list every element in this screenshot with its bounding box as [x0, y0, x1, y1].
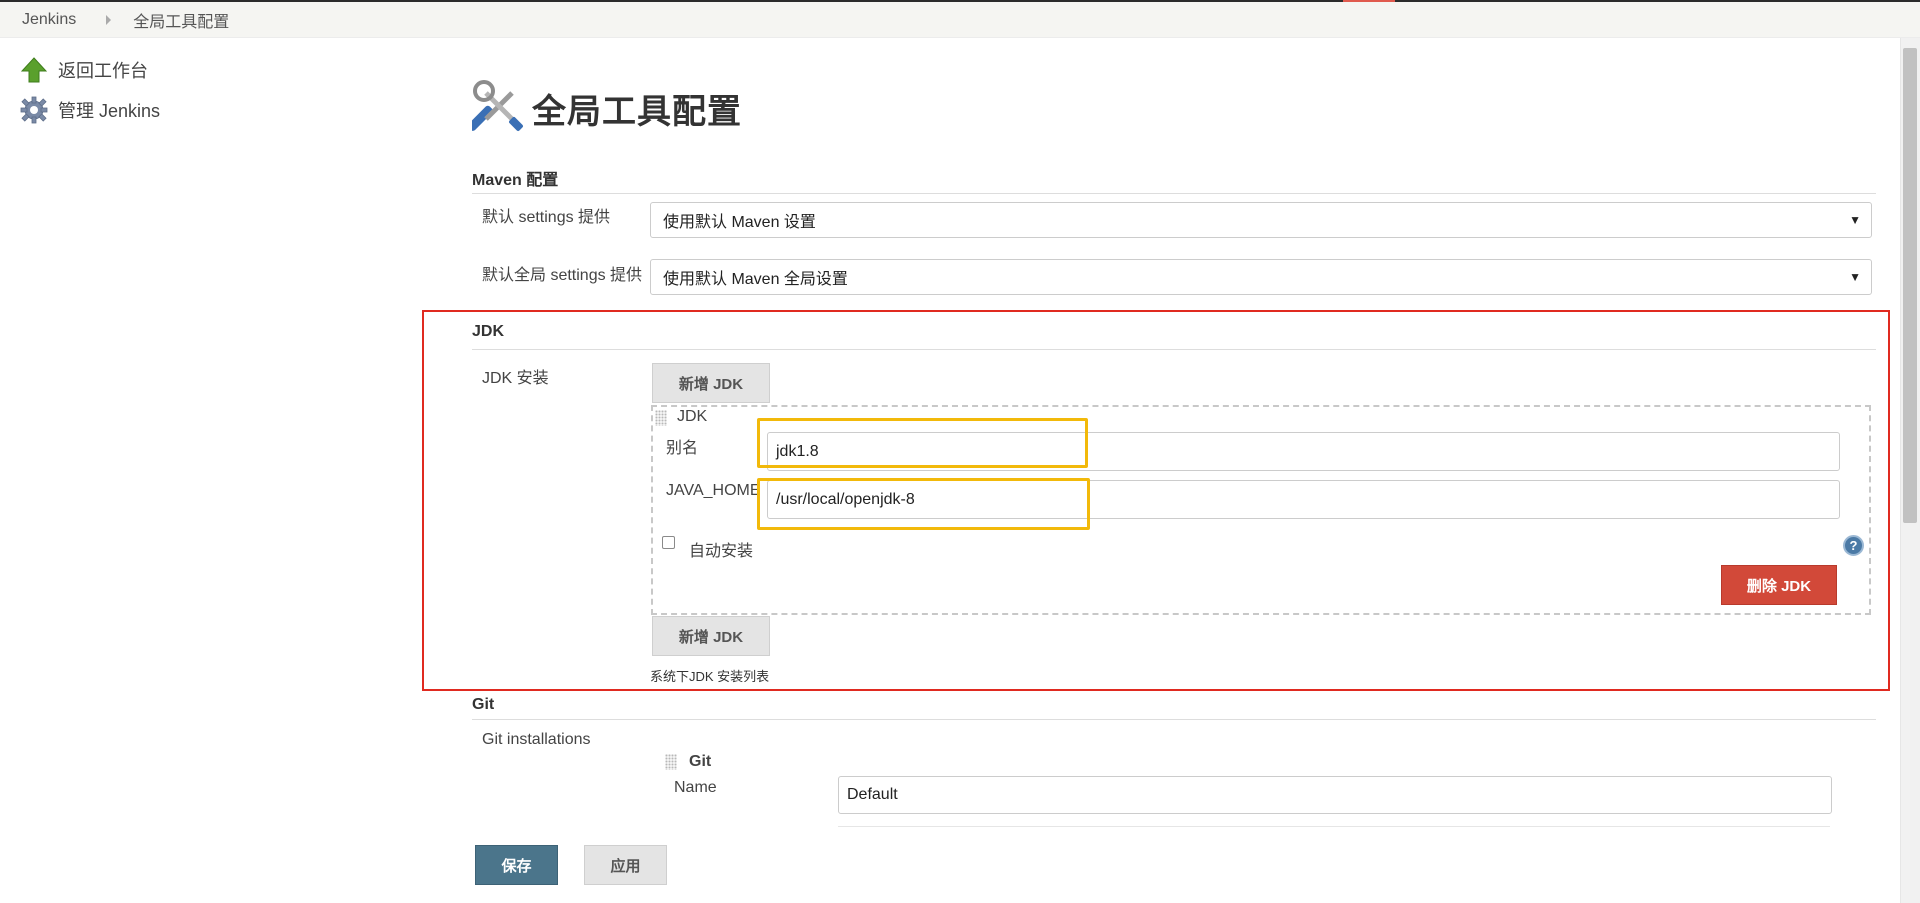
alias-highlight-frame [757, 418, 1088, 468]
apply-button[interactable]: 应用 [584, 845, 667, 885]
breadcrumb-current[interactable]: 全局工具配置 [133, 8, 229, 32]
divider [838, 826, 1830, 827]
page-title: 全局工具配置 [467, 78, 742, 138]
git-installations-label: Git installations [482, 731, 591, 748]
page-title-text: 全局工具配置 [532, 92, 742, 131]
drag-handle-icon[interactable] [665, 754, 677, 770]
maven-settings-label: 默认 settings 提供 [482, 209, 611, 226]
java-home-highlight-frame [757, 478, 1090, 530]
breadcrumb: Jenkins 全局工具配置 [0, 2, 1920, 38]
maven-global-settings-select[interactable]: 使用默认 Maven 全局设置 ▼ [650, 259, 1872, 295]
maven-global-settings-label: 默认全局 settings 提供 [482, 267, 643, 284]
git-section-header: Git [472, 696, 1876, 720]
maven-section-header: Maven 配置 [472, 166, 1876, 194]
sidebar-item-label: 管理 Jenkins [58, 101, 161, 121]
up-arrow-icon [20, 56, 48, 84]
sidebar-item-manage-jenkins[interactable]: 管理 Jenkins [20, 96, 160, 124]
breadcrumb-jenkins[interactable]: Jenkins [22, 11, 76, 29]
chevron-down-icon: ▼ [1849, 213, 1861, 227]
maven-settings-value: 使用默认 Maven 设置 [663, 214, 816, 231]
chevron-down-icon: ▼ [1849, 270, 1861, 284]
maven-settings-select[interactable]: 使用默认 Maven 设置 ▼ [650, 202, 1872, 238]
scrollbar-thumb[interactable] [1903, 48, 1917, 523]
git-entry-title: Git [689, 753, 712, 770]
breadcrumb-separator-icon[interactable] [106, 14, 112, 25]
git-name-input[interactable]: Default [838, 776, 1832, 814]
git-name-label: Name [674, 779, 717, 796]
maven-global-settings-value: 使用默认 Maven 全局设置 [663, 271, 848, 288]
tools-icon [467, 79, 526, 138]
gear-icon [20, 96, 48, 124]
jdk-highlight-frame [422, 310, 1890, 691]
sidebar-item-back-to-dashboard[interactable]: 返回工作台 [20, 56, 148, 84]
sidebar-item-label: 返回工作台 [58, 61, 148, 81]
save-button[interactable]: 保存 [475, 845, 558, 885]
